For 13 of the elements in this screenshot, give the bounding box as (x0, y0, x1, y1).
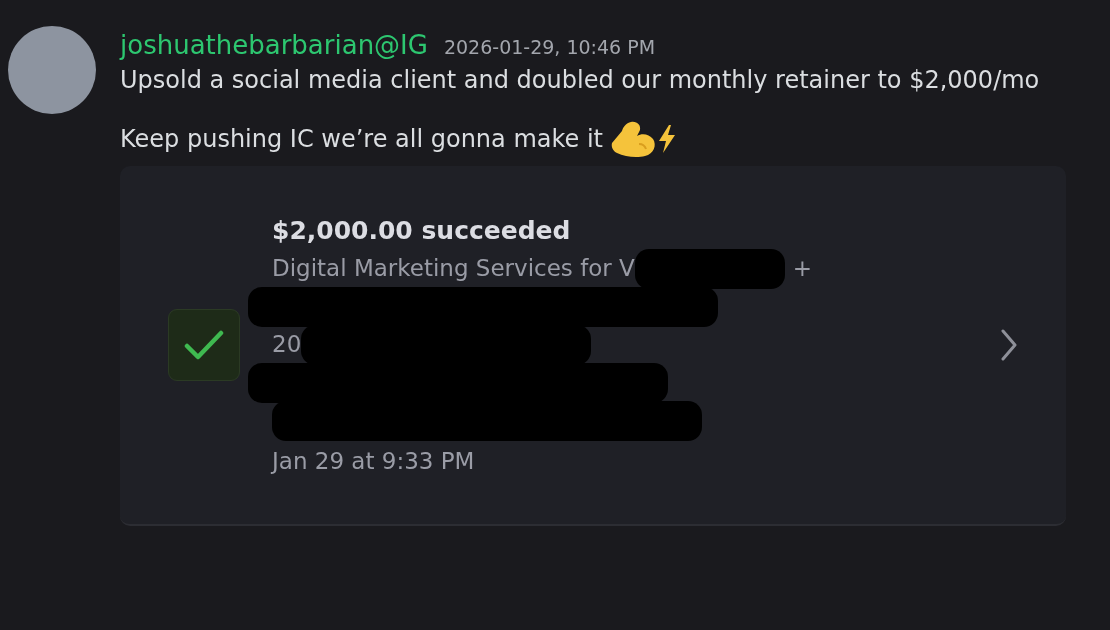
message-text: Upsold a social media client and doubled our monthly retainer to $2,000/mo (120, 65, 1041, 96)
description-text: + (792, 254, 813, 284)
payment-card[interactable]: $2,000.00 succeeded Digital Marketing Services for V + 20 Jan 29 at 9:33 PM (120, 166, 1066, 527)
author-name: joshuathebarbarian@IG (120, 29, 428, 62)
message-timestamp: 2026-01-29, 10:46 PM (443, 35, 656, 60)
payment-title: $2,000.00 succeeded (272, 215, 572, 248)
payment-date: Jan 29 at 9:33 PM (272, 446, 476, 476)
message-text: Keep pushing IC we’re all gonna make it (120, 123, 603, 155)
lightning-icon (657, 125, 677, 154)
description-text: Digital Marketing Services for V (272, 254, 635, 284)
chevron-right-icon (1000, 329, 1018, 362)
check-icon (184, 329, 224, 362)
description-text: 20 (272, 330, 302, 360)
